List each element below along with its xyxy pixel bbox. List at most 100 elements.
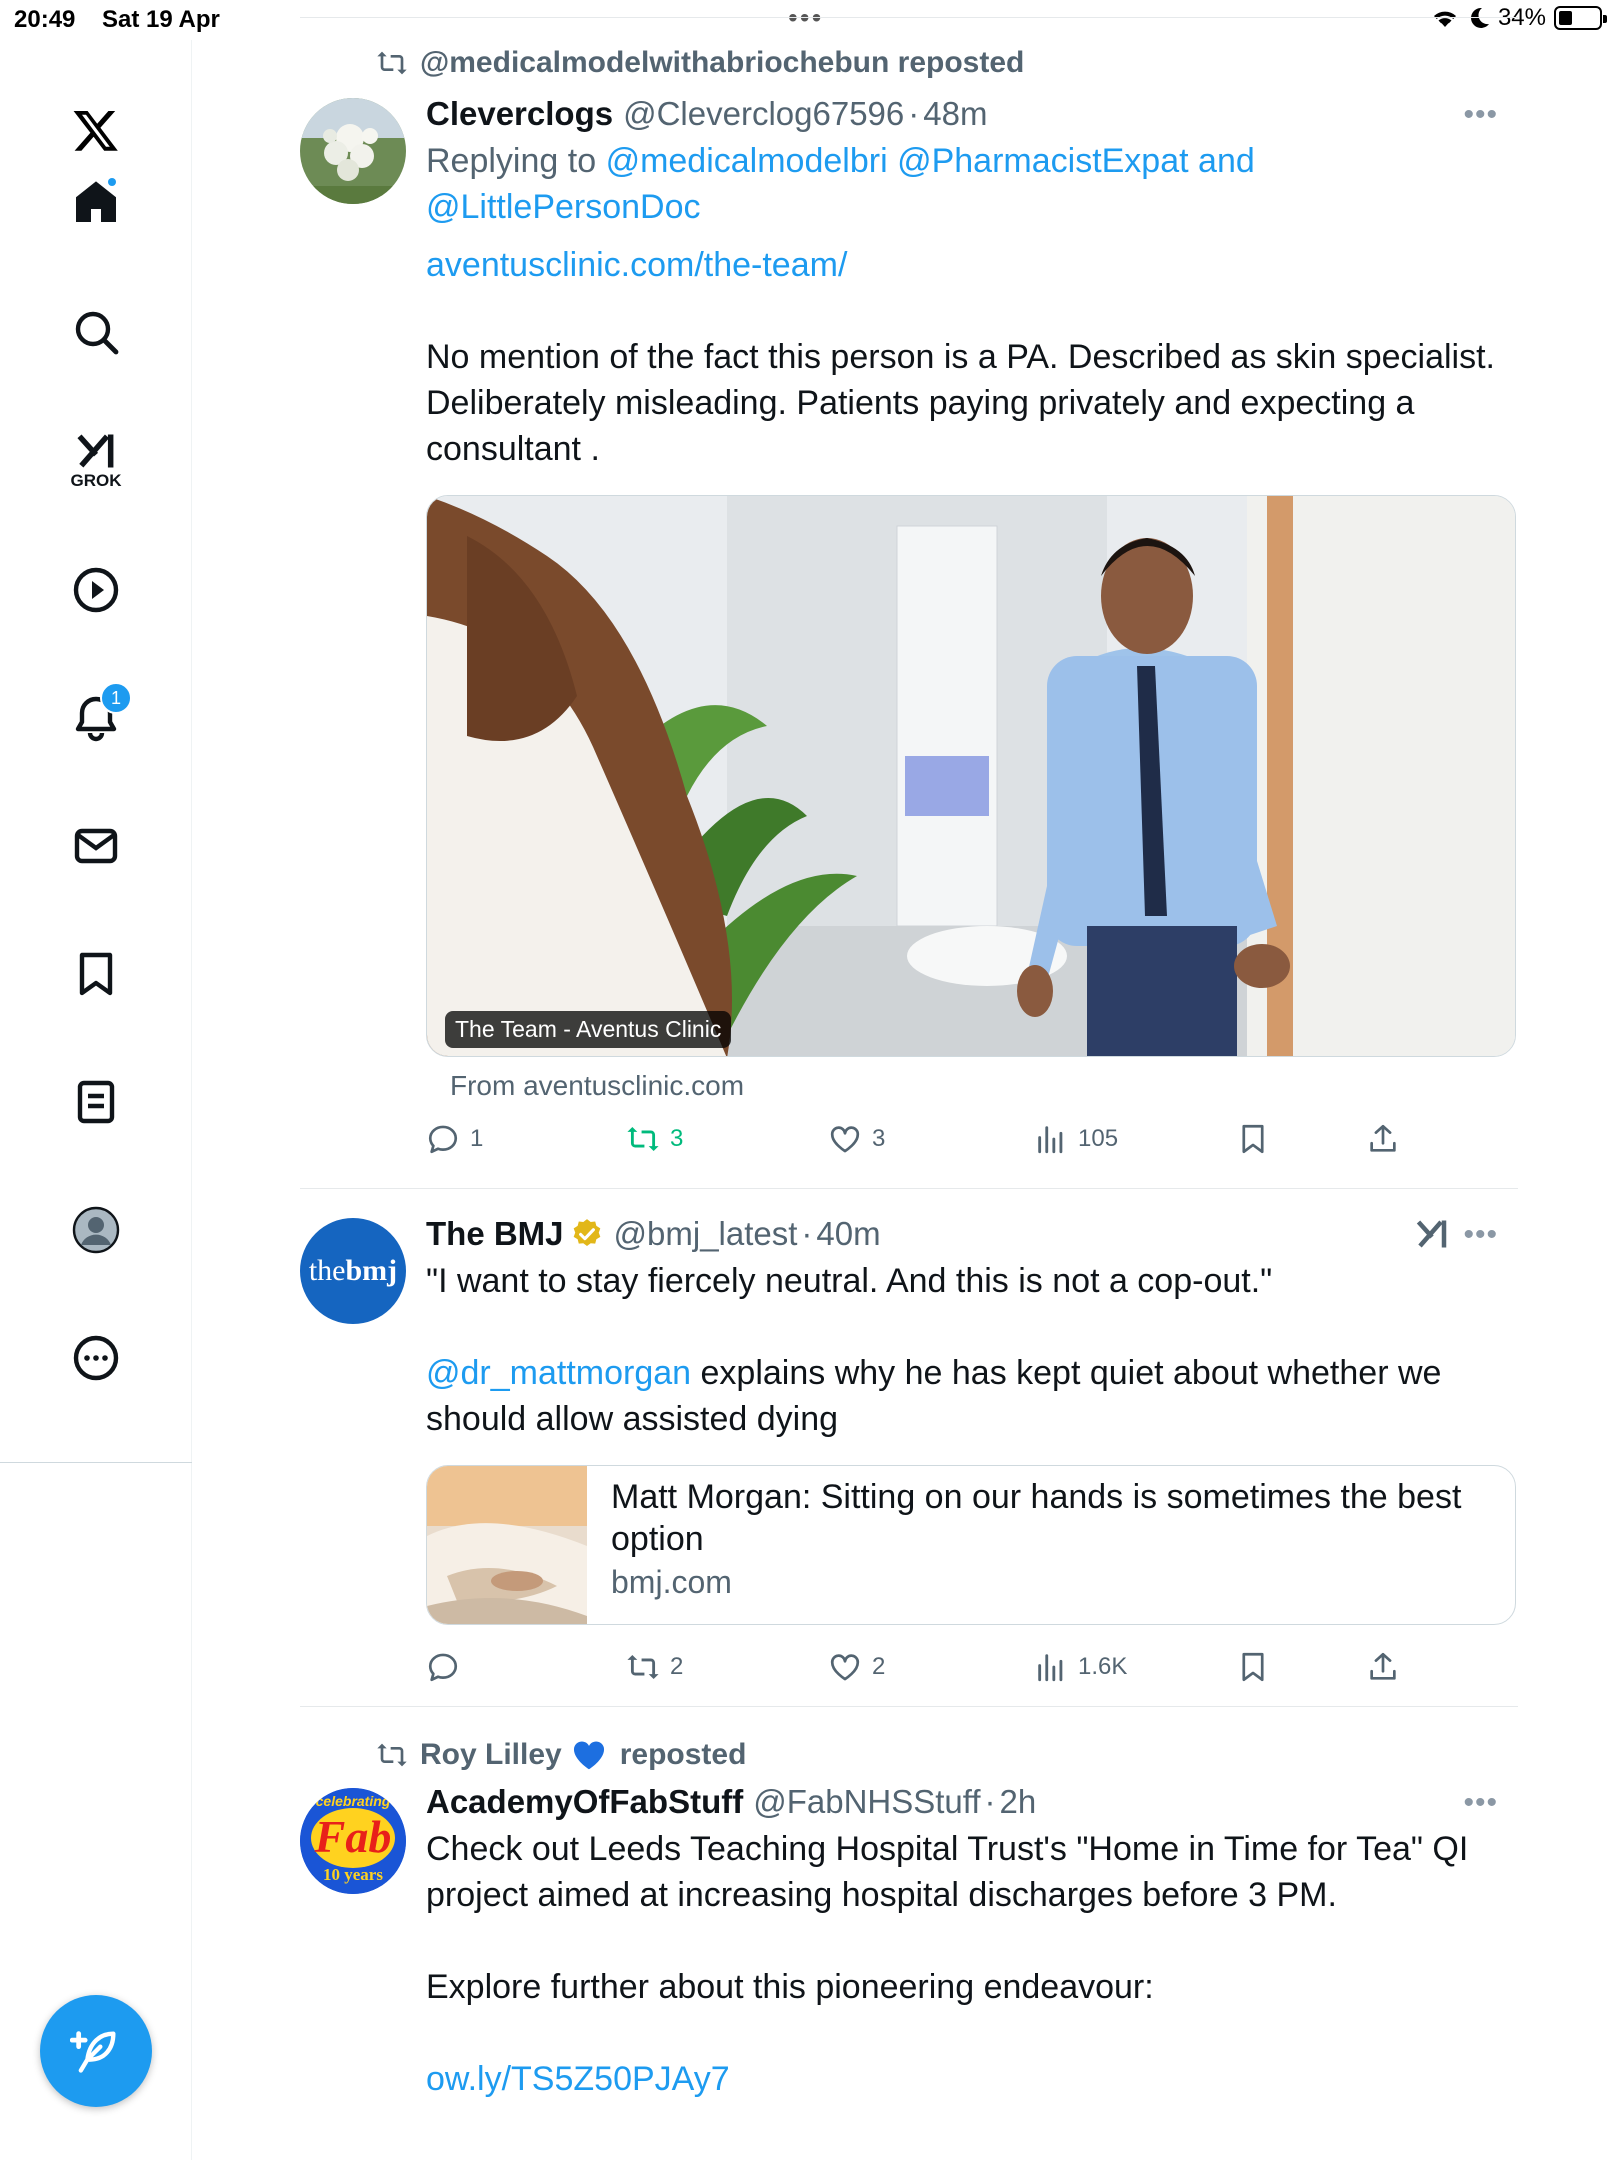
bookmark-icon: [1242, 1124, 1264, 1154]
multitasking-dots[interactable]: •••: [788, 2, 823, 34]
battery-percent: 34%: [1497, 4, 1546, 31]
repost-button[interactable]: 2: [626, 1650, 683, 1684]
mention-link[interactable]: @dr_mattmorgan: [426, 1354, 691, 1392]
repost-count: 2: [670, 1653, 684, 1680]
tweet-content: AcademyOfFabStuff @FabNHSStuff · 2h ••• …: [426, 1780, 1516, 2102]
tweet-link-line: ow.ly/TS5Z50PJAy7: [426, 2056, 1516, 2102]
view-count: 1.6K: [1078, 1653, 1128, 1680]
tweet-divider: [300, 1706, 1518, 1707]
repost-by-name[interactable]: Roy Lilley: [420, 1738, 562, 1772]
tweet-time[interactable]: 40m: [816, 1215, 880, 1253]
grok-explain-icon[interactable]: [1414, 1216, 1450, 1252]
tweet-header: The BMJ @bmj_latest · 40m: [426, 1215, 881, 1253]
replying-to-line-2: @LittlePersonDoc: [426, 184, 1516, 230]
tweet-time[interactable]: 2h: [1000, 1783, 1037, 1821]
bookmark-button[interactable]: [1236, 1122, 1270, 1156]
view-count: 105: [1078, 1125, 1119, 1152]
link-card-domain: bmj.com: [611, 1564, 732, 1600]
wifi-icon: [1433, 11, 1456, 27]
compose-post-button[interactable]: [40, 1995, 152, 2107]
share-icon: [1370, 1652, 1396, 1680]
grok-icon[interactable]: GROK: [56, 420, 136, 500]
heart-icon: [830, 1126, 860, 1153]
sidebar: GROK 1: [0, 40, 192, 2160]
profile-avatar-icon[interactable]: [56, 1190, 136, 1270]
tweet-more-options-icon[interactable]: •••: [1463, 1786, 1498, 1820]
bookmark-button[interactable]: [1236, 1650, 1270, 1684]
repost-icon: [377, 1743, 407, 1767]
share-icon: [1370, 1124, 1396, 1152]
repost-context: @medicalmodelwithabriochebun reposted: [376, 46, 1024, 80]
repost-count: 3: [670, 1125, 684, 1152]
battery-level-fill: [1559, 11, 1572, 25]
tweet-link[interactable]: aventusclinic.com/the-team/: [426, 246, 847, 284]
link-card-title: Matt Morgan: Sitting on our hands is som…: [611, 1478, 1462, 1558]
tweet-more-options-icon[interactable]: •••: [1463, 1218, 1498, 1252]
video-icon[interactable]: [56, 550, 136, 630]
repost-icon: [627, 1654, 659, 1680]
share-button[interactable]: [1366, 1650, 1400, 1684]
author-name[interactable]: Cleverclogs: [426, 95, 613, 133]
more-options-icon[interactable]: [56, 1318, 136, 1398]
tweet-time[interactable]: 48m: [923, 95, 987, 133]
bookmarks-icon[interactable]: [56, 934, 136, 1014]
tweet-text-line-3: Explore further about this pioneering en…: [426, 1968, 1154, 2006]
bookmark-icon: [1242, 1652, 1264, 1682]
replying-mention-last[interactable]: @LittlePersonDoc: [426, 188, 701, 226]
like-button[interactable]: 2: [828, 1650, 885, 1684]
replying-mentions[interactable]: @medicalmodelbri @PharmacistExpat: [606, 142, 1189, 180]
author-name[interactable]: The BMJ: [426, 1215, 564, 1253]
repost-button[interactable]: 3: [626, 1122, 683, 1156]
tweet-text-line-1: "I want to stay fiercely neutral. And th…: [426, 1262, 1273, 1300]
card-source[interactable]: From aventusclinic.com: [450, 1070, 744, 1102]
views-chart-icon: [1038, 1126, 1063, 1154]
views-button[interactable]: 105: [1034, 1122, 1118, 1156]
tweet-actions: 1 3 3 105: [426, 1122, 1516, 1166]
like-button[interactable]: 3: [828, 1122, 885, 1156]
svg-text:Fab: Fab: [314, 1811, 392, 1862]
notifications-icon[interactable]: 1: [56, 678, 136, 758]
status-date: Sat 19 Apr: [102, 6, 220, 33]
reply-button[interactable]: 1: [426, 1122, 483, 1156]
messages-icon[interactable]: [56, 806, 136, 886]
link-card-thumbnail: [427, 1466, 587, 1624]
svg-text:celebrating: celebrating: [316, 1793, 391, 1809]
avatar-academyoffabstuff[interactable]: celebrating Fab 10 years: [300, 1788, 406, 1894]
replying-to-line: Replying to @medicalmodelbri @Pharmacist…: [426, 142, 1255, 180]
like-count: 2: [872, 1653, 886, 1680]
clinic-photo: [427, 496, 1515, 1056]
search-icon[interactable]: [56, 292, 136, 372]
x-logo-icon[interactable]: [56, 90, 136, 170]
views-button[interactable]: 1.6K: [1034, 1650, 1127, 1684]
svg-text:10 years: 10 years: [323, 1865, 383, 1884]
grok-label: GROK: [70, 471, 122, 490]
tweet-content: The BMJ @bmj_latest · 40m ••• "I want to…: [426, 1212, 1516, 1682]
reply-icon: [428, 1653, 458, 1682]
reply-button[interactable]: [426, 1650, 460, 1684]
home-icon[interactable]: [56, 162, 136, 242]
author-handle[interactable]: @bmj_latest: [614, 1215, 798, 1253]
tweet-link[interactable]: ow.ly/TS5Z50PJAy7: [426, 2060, 730, 2098]
tweet-link-line: aventusclinic.com/the-team/: [426, 242, 1516, 288]
repost-suffix: reposted: [619, 1738, 747, 1771]
reply-count: 1: [470, 1125, 484, 1152]
moon-icon: [1470, 7, 1489, 28]
sidebar-divider: [0, 1462, 192, 1463]
tweet-more-options-icon[interactable]: •••: [1463, 98, 1498, 132]
repost-icon: [627, 1126, 659, 1152]
share-button[interactable]: [1366, 1122, 1400, 1156]
link-preview-card[interactable]: The Team - Aventus Clinic: [426, 495, 1516, 1057]
author-handle[interactable]: @Cleverclog67596: [623, 95, 904, 133]
author-name[interactable]: AcademyOfFabStuff: [426, 1783, 743, 1821]
lists-icon[interactable]: [56, 1062, 136, 1142]
avatar-bmj[interactable]: thebmj: [300, 1218, 406, 1324]
home-unread-dot: [108, 178, 116, 186]
link-card-bmj[interactable]: Matt Morgan: Sitting on our hands is som…: [426, 1465, 1516, 1625]
author-handle[interactable]: @FabNHSStuff: [753, 1783, 980, 1821]
card-caption: The Team - Aventus Clinic: [445, 1011, 732, 1048]
verified-badge-icon: [573, 1219, 600, 1247]
reply-icon: [428, 1125, 458, 1154]
compose-feather-icon: [70, 2031, 116, 2073]
avatar-cleverclogs[interactable]: [300, 98, 406, 204]
repost-by-text: @medicalmodelwithabriochebun reposted: [420, 46, 1025, 79]
